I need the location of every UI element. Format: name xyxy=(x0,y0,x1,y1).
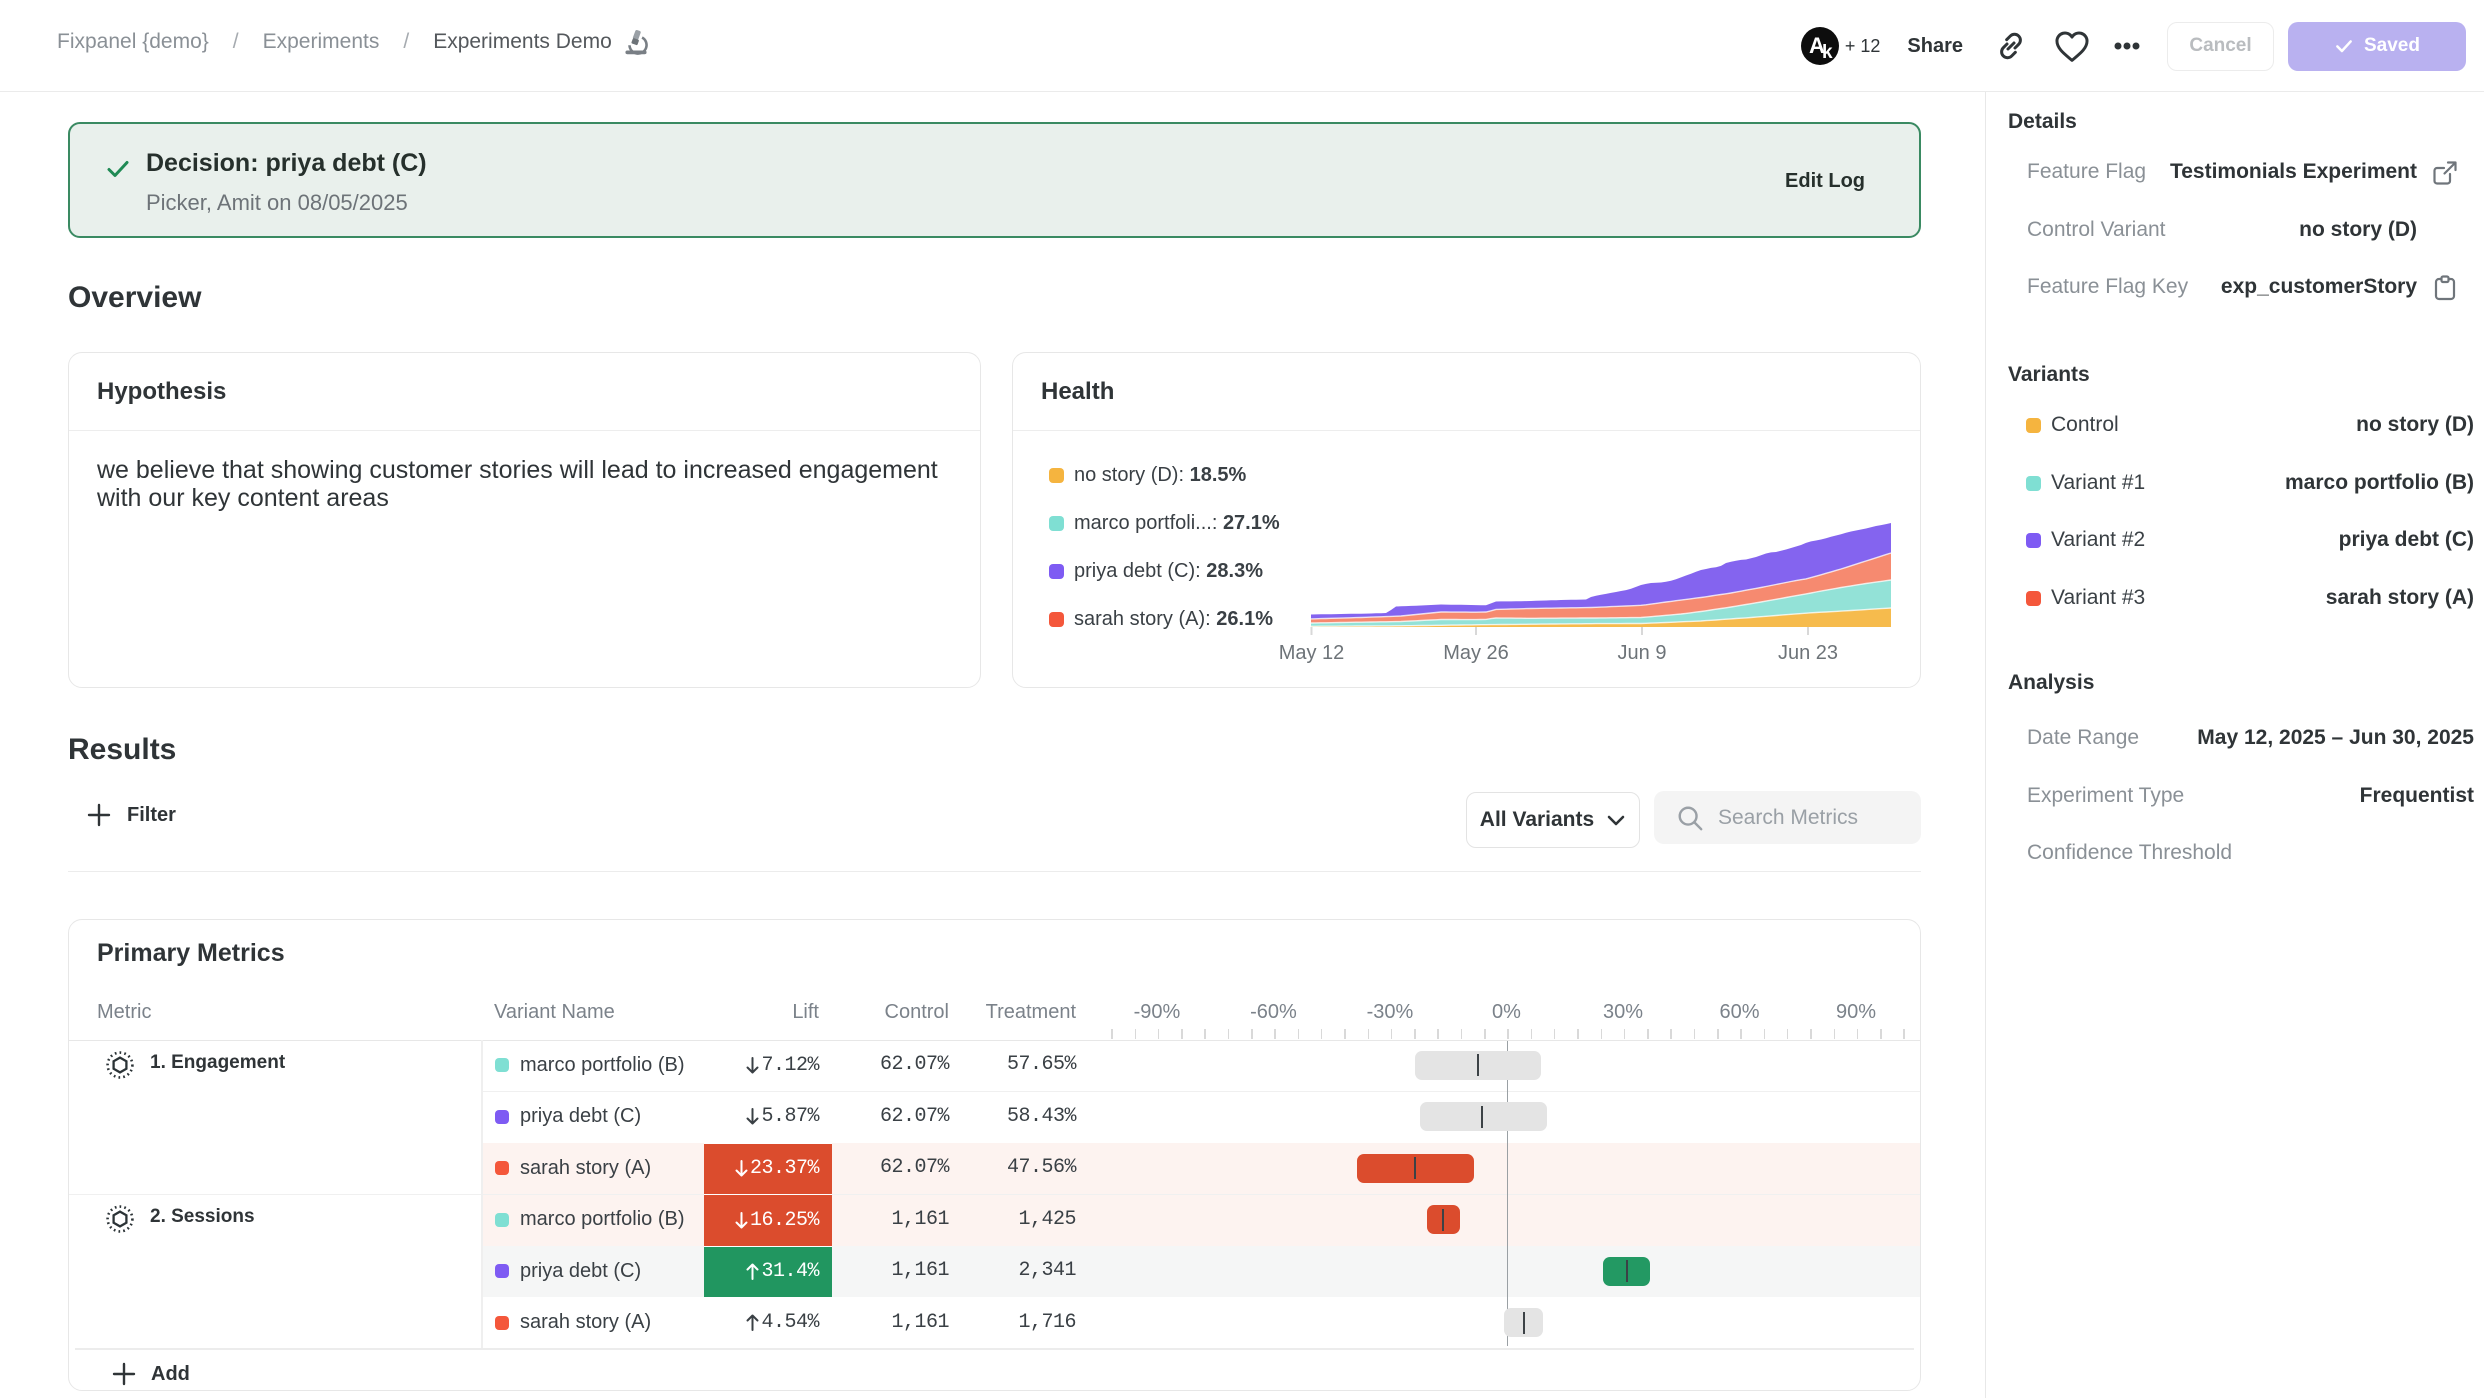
svg-text:Jun 23: Jun 23 xyxy=(1778,642,1838,664)
svg-text:Jun 9: Jun 9 xyxy=(1618,642,1667,664)
svg-text:May 26: May 26 xyxy=(1443,642,1509,664)
svg-text:k: k xyxy=(1822,42,1833,63)
svg-text:May 12: May 12 xyxy=(1279,642,1345,664)
